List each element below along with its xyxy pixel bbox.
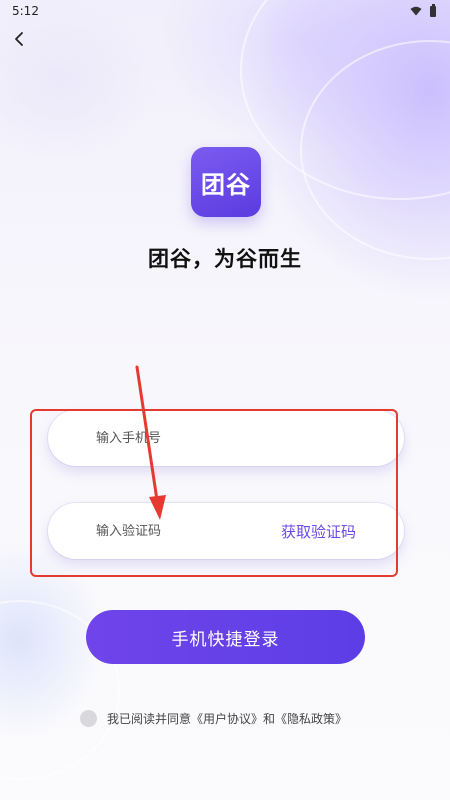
back-arrow-icon: [15, 32, 23, 46]
slogan: 团谷，为谷而生: [148, 247, 302, 271]
app-logo-text: 团谷: [201, 170, 251, 199]
back-button[interactable]: [6, 26, 32, 52]
wifi-icon: [410, 6, 422, 16]
background: [0, 0, 450, 800]
app-logo: 团谷: [191, 147, 261, 217]
status-icons: [410, 3, 436, 17]
user-agreement-link[interactable]: 《用户协议》: [191, 710, 263, 727]
phone-field: [48, 410, 404, 466]
phone-input[interactable]: [96, 430, 266, 446]
status-time: 5:12: [12, 4, 39, 18]
verification-code-field: 获取验证码: [48, 503, 404, 559]
verification-code-input[interactable]: [96, 523, 266, 539]
status-bar: 5:12: [0, 0, 450, 22]
battery-icon: [430, 3, 436, 17]
agreement-prefix: 我已阅读并同意: [107, 712, 192, 726]
agreement-checkbox[interactable]: [80, 710, 97, 727]
agreement: 我已阅读并同意 《用户协议》 和 《隐私政策》: [80, 710, 347, 727]
agreement-and: 和: [263, 712, 276, 726]
phone-login-button[interactable]: 手机快捷登录: [86, 610, 365, 664]
get-code-button[interactable]: 获取验证码: [281, 521, 356, 542]
privacy-policy-link[interactable]: 《隐私政策》: [275, 710, 347, 727]
